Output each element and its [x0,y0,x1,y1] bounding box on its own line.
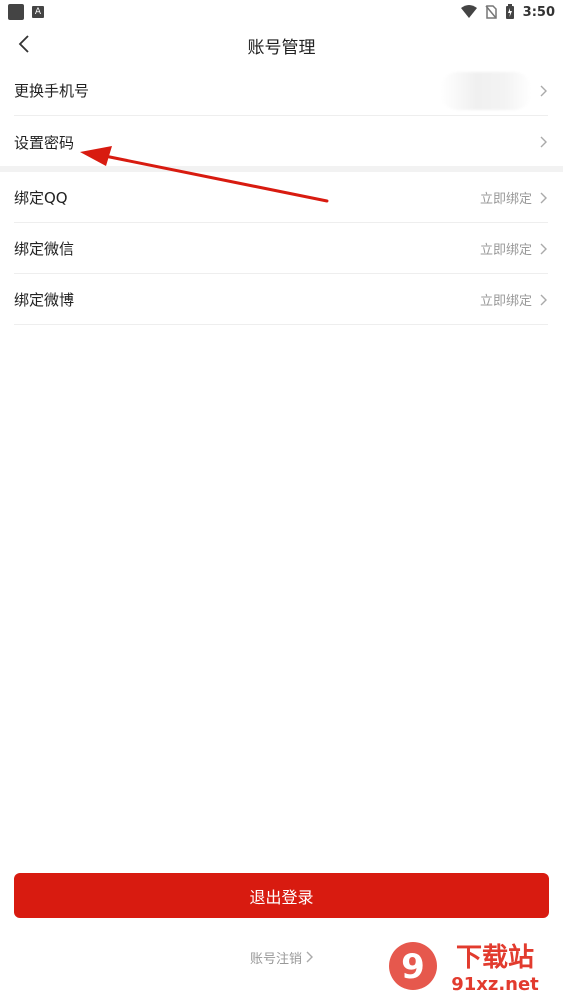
status-left-icons: A [8,4,44,20]
row-bind-weibo[interactable]: 绑定微博 立即绑定 [14,275,548,325]
section-divider [0,166,563,172]
phone-number-blurred [440,71,532,110]
a-label: A [34,7,42,17]
status-time: 3:50 [522,4,555,20]
back-button[interactable] [12,32,36,56]
status-bar: A 3:50 [0,0,563,24]
watermark-logo: 9 下载站 91xz.net [387,938,557,996]
row-set-password[interactable]: 设置密码 [14,117,548,167]
row-label: 设置密码 [14,133,75,152]
logout-label: 退出登录 [249,887,314,907]
notification-square-icon [8,4,24,20]
a-notification-icon: A [32,6,44,18]
bind-now-text: 立即绑定 [479,192,532,207]
row-right: 立即绑定 [480,290,548,309]
logout-button[interactable]: 退出登录 [14,873,549,918]
status-right-icons: 3:50 [460,4,555,20]
account-cancel-label: 账号注销 [249,951,302,967]
bind-now-text: 立即绑定 [479,294,532,309]
chevron-right-icon [538,192,548,204]
chevron-right-icon [538,136,548,148]
watermark-brand: 下载站 [456,943,534,973]
row-label: 绑定微信 [14,240,75,258]
row-bind-qq[interactable]: 绑定QQ 立即绑定 [14,173,548,223]
row-label: 绑定QQ [14,189,68,207]
no-sim-icon [485,5,497,19]
watermark-mark: 9 [401,947,425,987]
wifi-icon [460,5,477,18]
chevron-right-icon [538,294,548,306]
row-bind-wechat[interactable]: 绑定微信 立即绑定 [14,224,548,274]
row-label: 绑定微博 [14,291,75,309]
watermark-domain: 91xz.net [451,974,539,995]
row-change-phone[interactable]: 更换手机号 [14,66,548,116]
page-title: 账号管理 [247,37,316,58]
row-right [440,71,548,110]
top-bar: 账号管理 [0,24,563,66]
watermark-logo-icon: 9 下载站 91xz.net [389,942,539,995]
battery-icon [505,4,514,19]
bind-now-text: 立即绑定 [479,243,532,258]
chevron-right-icon [538,243,548,255]
row-right: 立即绑定 [480,239,548,258]
chevron-right-icon [306,951,313,963]
chevron-right-icon [538,85,548,97]
row-right [538,136,548,148]
row-label: 更换手机号 [14,82,90,100]
back-arrow-icon [18,35,29,53]
row-right: 立即绑定 [480,188,548,207]
